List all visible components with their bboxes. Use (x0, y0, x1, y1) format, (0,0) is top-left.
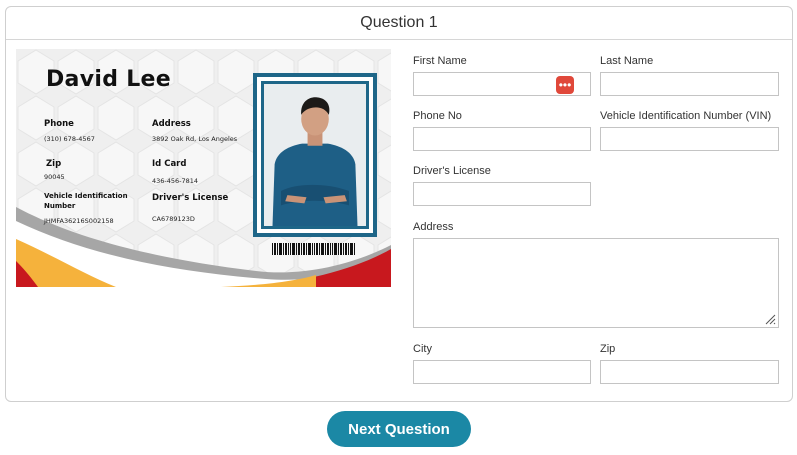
photo-frame (253, 73, 377, 237)
card-idcard-label: Id Card (152, 159, 187, 169)
city-input[interactable] (413, 360, 591, 384)
card-holder-name: David Lee (46, 67, 171, 92)
more-dots-icon[interactable]: ••• (556, 76, 574, 94)
id-card-image: David Lee Phone (310) 678-4567 Address 3… (16, 49, 391, 287)
vin-label: Vehicle Identification Number (VIN) (600, 110, 772, 122)
question-card: Question 1 David Lee Phone (310) 678-456… (5, 6, 793, 402)
card-vin-value: JHMFA36216S002158 (44, 217, 114, 225)
drivers-license-label: Driver's License (413, 165, 491, 177)
profile-photo (261, 81, 369, 229)
vin-input[interactable] (600, 127, 779, 151)
barcode-icon (272, 243, 355, 255)
person-photo-icon (264, 84, 366, 226)
card-address-value: 3892 Oak Rd, Los Angeles (152, 135, 238, 143)
drivers-license-input[interactable] (413, 182, 591, 206)
address-label: Address (413, 221, 454, 233)
address-textarea[interactable] (413, 238, 779, 328)
card-license-label: Driver's License (152, 193, 229, 203)
card-vin-label-line1: Vehicle Identification (44, 192, 128, 200)
zip-label: Zip (600, 343, 616, 355)
zip-input[interactable] (600, 360, 779, 384)
resize-grip-icon[interactable] (764, 313, 776, 325)
city-label: City (413, 343, 432, 355)
card-phone-value: (310) 678-4567 (44, 135, 95, 143)
card-idcard-value: 436-456-7814 (152, 177, 199, 185)
card-zip-label: Zip (46, 159, 62, 169)
first-name-label: First Name (413, 55, 467, 67)
last-name-label: Last Name (600, 55, 654, 67)
card-vin-label-line2: Number (44, 202, 76, 210)
phone-input[interactable] (413, 127, 591, 151)
card-zip-value: 90045 (44, 173, 65, 181)
card-address-label: Address (152, 119, 191, 129)
question-title: Question 1 (6, 7, 792, 40)
card-phone-label: Phone (44, 119, 74, 129)
last-name-input[interactable] (600, 72, 779, 96)
next-question-button[interactable]: Next Question (327, 411, 471, 447)
phone-label: Phone No (413, 110, 462, 122)
card-license-value: CA6789123D (152, 215, 195, 223)
